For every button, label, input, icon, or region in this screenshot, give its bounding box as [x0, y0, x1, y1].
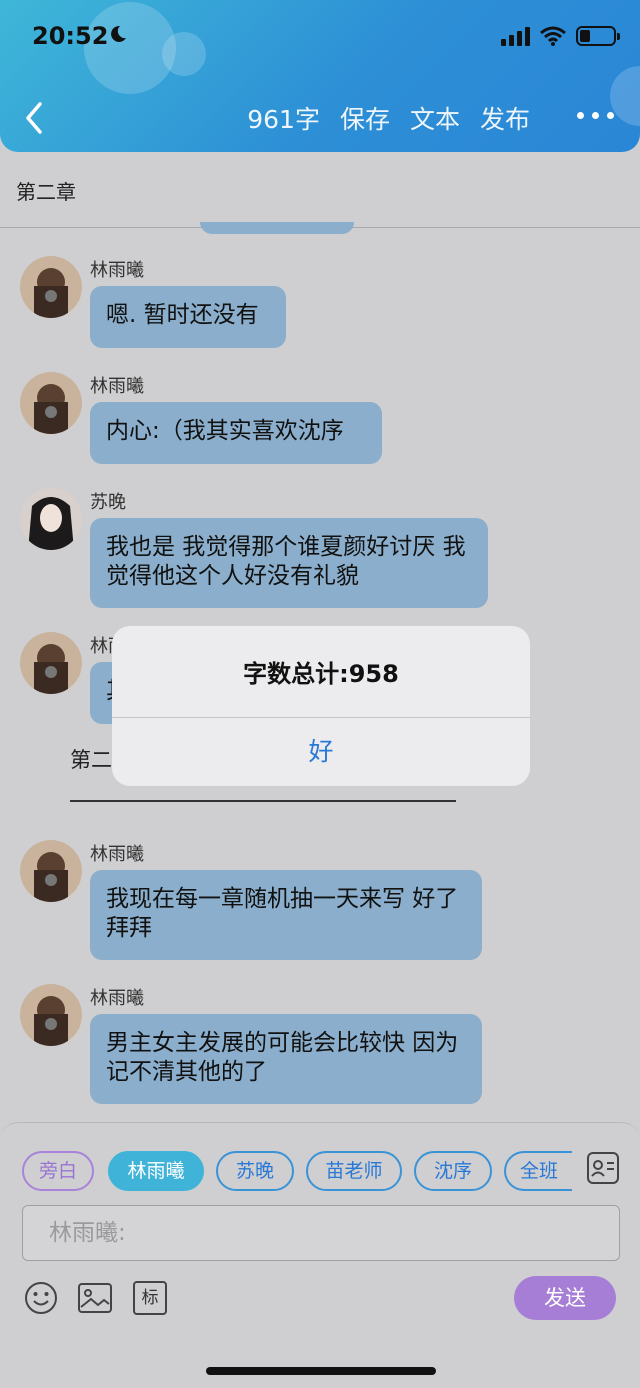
divider-line: [70, 800, 456, 802]
back-icon[interactable]: [22, 98, 46, 138]
sender-name: 林雨曦: [90, 260, 144, 281]
header-bar: 20:52 961字 保存 文本 发布: [0, 0, 640, 152]
text-button[interactable]: 文本: [410, 100, 460, 136]
word-count-button[interactable]: 961字: [247, 100, 320, 136]
chapter-title: 第二章: [16, 180, 76, 204]
message-bubble[interactable]: 男主女主发展的可能会比较快 因为记不清其他的了: [90, 1014, 482, 1104]
send-button[interactable]: 发送: [514, 1276, 616, 1320]
compose-panel: 旁白 林雨曦 苏晚 苗老师 沈序 全班 林雨曦: 标 发送: [0, 1122, 640, 1388]
wifi-icon: [540, 26, 566, 46]
message-bubble[interactable]: 我也是 我觉得那个谁夏颜好讨厌 我觉得他这个人好没有礼貌: [90, 518, 488, 608]
role-chip-linyuxi[interactable]: 林雨曦: [108, 1151, 204, 1191]
sender-name: 林雨曦: [90, 988, 144, 1009]
role-chip-whole-class[interactable]: 全班: [504, 1151, 572, 1191]
emoji-icon[interactable]: [24, 1281, 58, 1315]
dialog-ok-button[interactable]: 好: [112, 718, 530, 786]
sender-name: 林雨曦: [90, 844, 144, 865]
save-button[interactable]: 保存: [340, 100, 390, 136]
message-bubble[interactable]: 嗯. 暂时还没有: [90, 286, 286, 348]
role-chip-narration[interactable]: 旁白: [22, 1151, 94, 1191]
decor-bubble: [610, 66, 640, 126]
tag-icon[interactable]: 标: [133, 1281, 167, 1315]
role-chip-suwan[interactable]: 苏晚: [216, 1151, 294, 1191]
moon-icon: [111, 25, 126, 42]
message-bubble[interactable]: 内心:（我其实喜欢沈序: [90, 402, 382, 464]
avatar[interactable]: [20, 372, 82, 434]
avatar[interactable]: [20, 488, 82, 550]
decor-bubble: [162, 32, 206, 76]
role-chip-miao-teacher[interactable]: 苗老师: [306, 1151, 402, 1191]
narration-text: 第二: [70, 748, 112, 772]
image-icon[interactable]: [78, 1281, 112, 1315]
avatar[interactable]: [20, 632, 82, 694]
chapter-title-bar[interactable]: 第二章: [0, 152, 640, 228]
sender-name: 苏晚: [90, 492, 126, 513]
battery-icon: [576, 26, 620, 46]
message-bubble[interactable]: 我现在每一章随机抽一天来写 好了拜拜: [90, 870, 482, 960]
status-icons: [501, 26, 620, 46]
avatar[interactable]: [20, 840, 82, 902]
more-icon[interactable]: [577, 112, 614, 119]
partial-message-bubble: [200, 222, 354, 234]
role-chip-shenxu[interactable]: 沈序: [414, 1151, 492, 1191]
dialog-title: 字数总计:958: [243, 660, 399, 688]
home-indicator: [206, 1367, 436, 1375]
sender-name: 林雨曦: [90, 376, 144, 397]
status-time: 20:52: [32, 22, 109, 50]
message-input[interactable]: 林雨曦:: [22, 1205, 620, 1261]
avatar[interactable]: [20, 984, 82, 1046]
avatar[interactable]: [20, 256, 82, 318]
word-count-dialog: 字数总计:958 好: [112, 626, 530, 786]
nav-actions: 961字 保存 文本 发布: [247, 100, 530, 136]
contact-card-icon[interactable]: [586, 1151, 620, 1185]
signal-icon: [501, 26, 530, 46]
publish-button[interactable]: 发布: [480, 100, 530, 136]
